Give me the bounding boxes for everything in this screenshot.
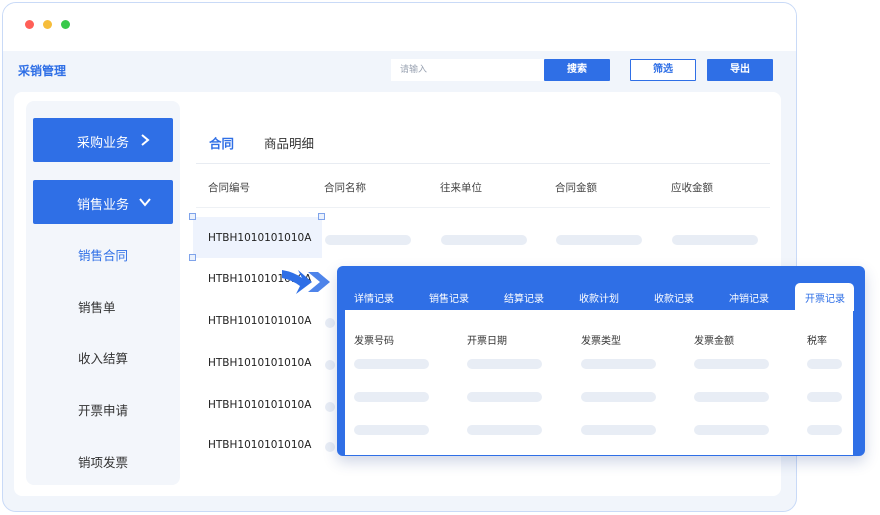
popup-column-header: 发票金额	[694, 336, 734, 347]
placeholder-bar	[467, 359, 542, 369]
filter-button[interactable]: 筛选	[630, 59, 696, 81]
placeholder-bar	[325, 402, 335, 412]
header-divider	[196, 207, 770, 208]
popup-tab-detail[interactable]: 详情记录	[354, 290, 394, 305]
sidebar-item-label: 销售业务	[77, 198, 130, 213]
placeholder-bar	[467, 392, 542, 402]
sidebar-item-sales-contract[interactable]: 销售合同	[78, 245, 128, 264]
placeholder-bar	[807, 425, 842, 435]
placeholder-bar	[354, 392, 429, 402]
placeholder-bar	[354, 359, 429, 369]
placeholder-bar	[581, 359, 656, 369]
popup-column-header: 开票日期	[467, 336, 507, 347]
placeholder-bar	[354, 425, 429, 435]
sidebar-item-sales[interactable]: 销售业务	[33, 180, 173, 224]
resize-handle[interactable]	[318, 213, 325, 220]
app-title: 采销管理	[18, 64, 67, 78]
placeholder-bar	[694, 359, 769, 369]
tab-contract[interactable]: 合同	[209, 133, 234, 152]
sidebar-item-sales-order[interactable]: 销售单	[78, 297, 116, 316]
tab-product-detail[interactable]: 商品明细	[264, 133, 314, 152]
column-header: 合同名称	[324, 182, 366, 194]
placeholder-bar	[807, 392, 842, 402]
placeholder-bar	[325, 235, 411, 245]
search-input[interactable]	[391, 59, 545, 81]
minimize-window-button[interactable]	[43, 20, 52, 29]
popup-column-header: 发票类型	[581, 336, 621, 347]
placeholder-bar	[556, 235, 642, 245]
popup-tab-writeoff[interactable]: 冲销记录	[729, 290, 769, 305]
sidebar-item-purchase[interactable]: 采购业务	[33, 118, 173, 162]
popup-column-header: 税率	[807, 336, 827, 347]
placeholder-bar	[807, 359, 842, 369]
chevron-down-icon	[139, 198, 151, 207]
placeholder-bar	[325, 442, 335, 452]
sidebar-item-output-invoice[interactable]: 销项发票	[78, 452, 128, 471]
popup-tab-collection-plan[interactable]: 收款计划	[579, 290, 619, 305]
popup-tab-invoice[interactable]: 开票记录	[805, 290, 845, 305]
placeholder-bar	[325, 318, 335, 328]
sidebar-item-invoice-request[interactable]: 开票申请	[78, 400, 128, 419]
placeholder-bar	[581, 392, 656, 402]
contract-code-cell: HTBH1010101010A	[208, 399, 312, 411]
sidebar-item-label: 采购业务	[77, 136, 130, 151]
column-header: 合同金额	[555, 182, 597, 194]
placeholder-bar	[694, 392, 769, 402]
placeholder-bar	[467, 425, 542, 435]
resize-handle[interactable]	[189, 213, 196, 220]
popup-tab-sales[interactable]: 销售记录	[429, 290, 469, 305]
maximize-window-button[interactable]	[61, 20, 70, 29]
popup-column-header: 发票号码	[354, 336, 394, 347]
sidebar-item-income-settlement[interactable]: 收入结算	[78, 348, 128, 367]
column-header: 往来单位	[440, 182, 482, 194]
resize-handle[interactable]	[189, 254, 196, 261]
contract-code-cell: HTBH1010101010A	[208, 315, 312, 327]
placeholder-bar	[441, 235, 527, 245]
column-header: 应收金额	[671, 182, 713, 194]
double-arrow-icon	[282, 270, 330, 294]
placeholder-bar	[325, 360, 335, 370]
close-window-button[interactable]	[25, 20, 34, 29]
popup-tab-settlement[interactable]: 结算记录	[504, 290, 544, 305]
contract-code-cell: HTBH1010101010A	[208, 232, 312, 244]
placeholder-bar	[672, 235, 758, 245]
contract-code-cell: HTBH1010101010A	[208, 357, 312, 369]
window-titlebar	[3, 3, 796, 51]
chevron-right-icon	[141, 134, 150, 146]
popup-tab-collection-record[interactable]: 收款记录	[654, 290, 694, 305]
column-header: 合同编号	[208, 182, 250, 194]
tabs-divider	[196, 163, 770, 164]
placeholder-bar	[581, 425, 656, 435]
export-button[interactable]: 导出	[707, 59, 773, 81]
search-button[interactable]: 搜索	[544, 59, 610, 81]
contract-code-cell: HTBH1010101010A	[208, 439, 312, 451]
placeholder-bar	[694, 425, 769, 435]
